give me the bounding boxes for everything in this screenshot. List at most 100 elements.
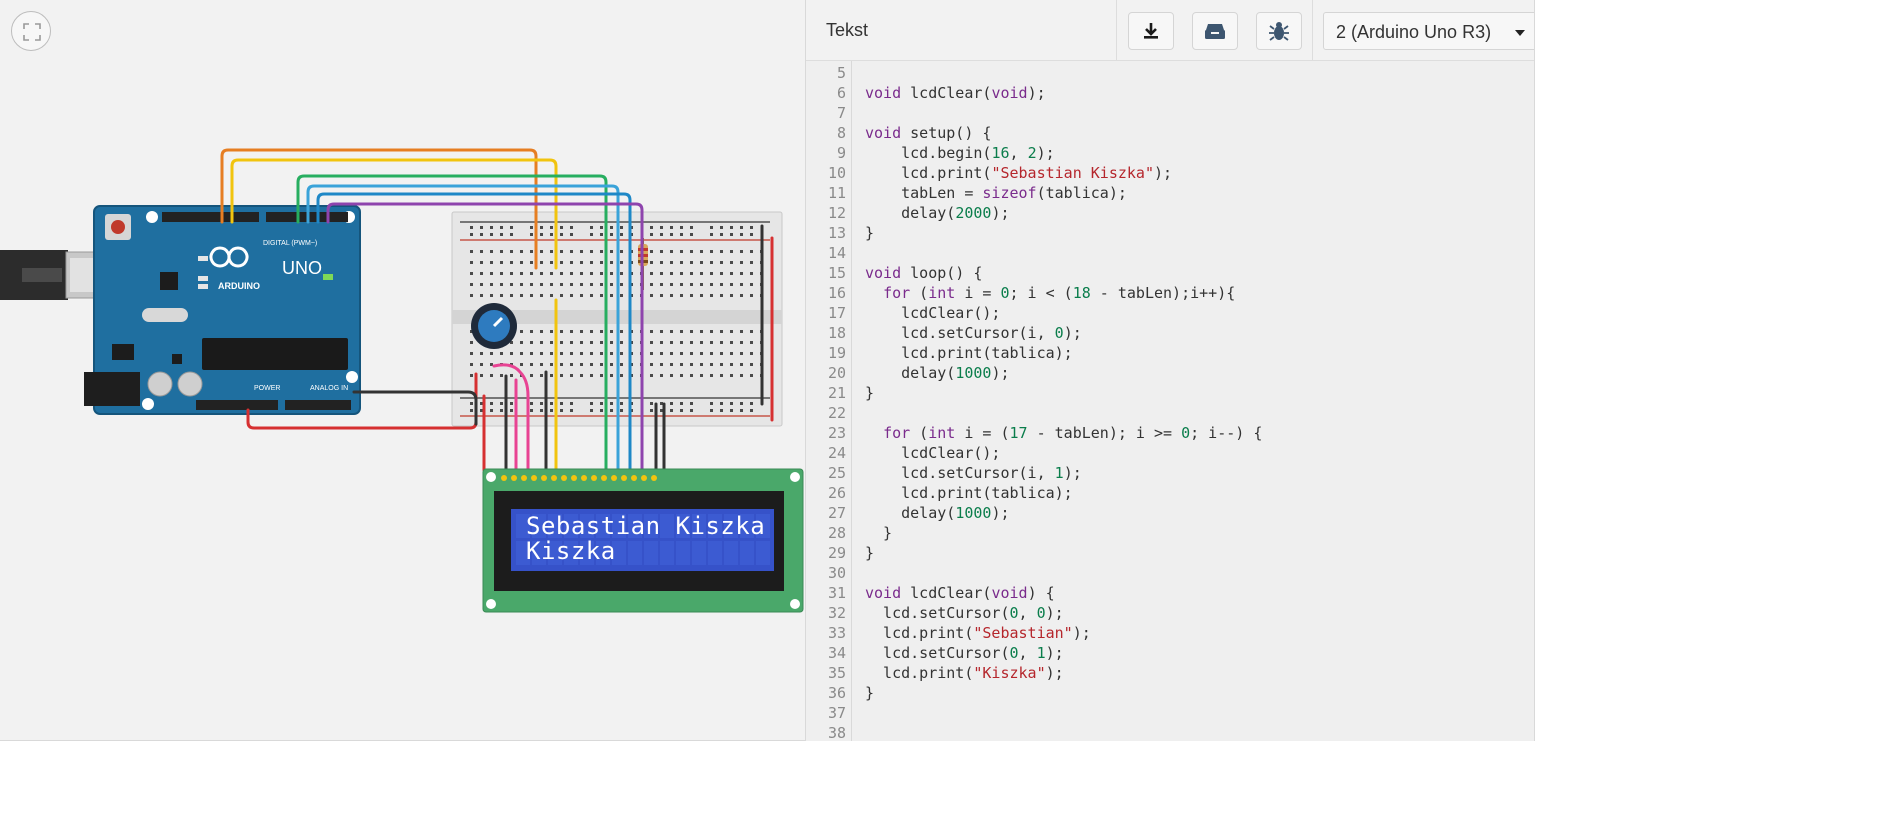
line-number: 34 — [827, 644, 846, 662]
code-token: ); — [1063, 464, 1082, 482]
code-line[interactable]: 35 lcd.print("Kiszka"); — [806, 663, 1534, 683]
code-text: void setup() { — [865, 123, 991, 143]
code-line[interactable]: 37 — [806, 703, 1534, 723]
code-token: delay( — [865, 204, 956, 222]
code-line[interactable]: 10 lcd.print("Sebastian Kiszka"); — [806, 163, 1534, 183]
code-line[interactable]: 33 lcd.print("Sebastian"); — [806, 623, 1534, 643]
line-number: 33 — [827, 624, 846, 642]
code-token: delay( — [865, 504, 956, 522]
code-line[interactable]: 34 lcd.setCursor(0, 1); — [806, 643, 1534, 663]
code-token: 0 — [1181, 424, 1191, 442]
code-panel: Tekst 2 (Arduino Uno R3) 5 6 void lcdCle… — [806, 0, 1535, 741]
code-token: ); — [991, 204, 1010, 222]
code-line[interactable]: 36} — [806, 683, 1534, 703]
code-text: for (int i = (17 - tabLen); i >= 0; i--)… — [865, 423, 1262, 443]
code-token: } — [865, 524, 893, 542]
analog-pins-label: ANALOG IN — [310, 385, 349, 392]
code-line[interactable]: 17 lcdClear(); — [806, 303, 1534, 323]
code-line[interactable]: 31 void lcdClear(void) { — [806, 583, 1534, 603]
code-token: 0 — [1000, 284, 1010, 302]
code-line[interactable]: 6 void lcdClear(void); — [806, 83, 1534, 103]
digital-pins-label: DIGITAL (PWM~) — [263, 240, 318, 247]
fullscreen-button[interactable] — [11, 11, 51, 51]
code-token: ; i--) { — [1190, 424, 1263, 442]
code-line[interactable]: 20 delay(1000); — [806, 363, 1534, 383]
line-number: 16 — [827, 284, 846, 302]
code-line[interactable]: 26 lcd.print(tablica); — [806, 483, 1534, 503]
code-line[interactable]: 7 — [806, 103, 1534, 123]
code-token: void — [865, 124, 902, 142]
code-line[interactable]: 22 — [806, 403, 1534, 423]
code-token: 17 — [1009, 424, 1028, 442]
panel-title: Tekst — [826, 20, 869, 40]
download-button[interactable] — [1128, 12, 1174, 50]
code-line[interactable]: 13} — [806, 223, 1534, 243]
code-line[interactable]: 27 delay(1000); — [806, 503, 1534, 523]
line-number: 17 — [827, 304, 846, 322]
code-token: 1000 — [955, 364, 992, 382]
debugger-button[interactable] — [1256, 12, 1302, 50]
line-number: 18 — [827, 324, 846, 342]
code-text: void loop() { — [865, 263, 982, 283]
line-number: 9 — [836, 144, 846, 162]
code-token: } — [865, 384, 875, 402]
code-token: "Sebastian" — [973, 624, 1073, 642]
code-token: i = — [955, 284, 1001, 302]
code-token: 16 — [991, 144, 1010, 162]
library-button[interactable] — [1192, 12, 1238, 50]
code-line[interactable]: 19 lcd.print(tablica); — [806, 343, 1534, 363]
code-token: lcd.setCursor(i, — [865, 464, 1055, 482]
code-text: lcd.setCursor(0, 1); — [865, 643, 1064, 663]
potentiometer[interactable] — [471, 303, 517, 349]
code-text: lcd.setCursor(i, 1); — [865, 463, 1082, 483]
code-line[interactable]: 9 lcd.begin(16, 2); — [806, 143, 1534, 163]
line-number: 32 — [827, 604, 846, 622]
circuit-diagram[interactable] — [0, 0, 806, 741]
code-line[interactable]: 28 } — [806, 523, 1534, 543]
code-line[interactable]: 18 lcd.setCursor(i, 0); — [806, 323, 1534, 343]
code-token: 0 — [1054, 324, 1064, 342]
power-pins-label: POWER — [254, 385, 281, 392]
code-editor[interactable]: 5 6 void lcdClear(void); 7 8 void setup() {9 … — [806, 63, 1534, 741]
code-text: void lcdClear(void); — [865, 83, 1046, 103]
code-text: for (int i = 0; i < (18 - tabLen);i++){ — [865, 283, 1235, 303]
code-line[interactable]: 8 void setup() { — [806, 123, 1534, 143]
line-number: 20 — [827, 364, 846, 382]
code-line[interactable]: 16 for (int i = 0; i < (18 - tabLen);i++… — [806, 283, 1534, 303]
library-icon — [1205, 24, 1225, 39]
code-line[interactable]: 29} — [806, 543, 1534, 563]
code-line[interactable]: 32 lcd.setCursor(0, 0); — [806, 603, 1534, 623]
code-token: lcdClear(); — [865, 304, 1001, 322]
code-line[interactable]: 21} — [806, 383, 1534, 403]
arduino-uno-board[interactable] — [84, 205, 361, 415]
code-text: lcd.setCursor(i, 0); — [865, 323, 1082, 343]
code-text: lcd.print(tablica); — [865, 343, 1073, 363]
line-number: 23 — [827, 424, 846, 442]
code-line[interactable]: 24 lcdClear(); — [806, 443, 1534, 463]
code-line[interactable]: 12 delay(2000); — [806, 203, 1534, 223]
device-select[interactable]: 2 (Arduino Uno R3) — [1323, 12, 1534, 50]
code-line[interactable]: 15 void loop() { — [806, 263, 1534, 283]
line-number: 19 — [827, 344, 846, 362]
code-line[interactable]: 38 — [806, 723, 1534, 741]
device-select-value: 2 (Arduino Uno R3) — [1336, 22, 1492, 42]
code-line[interactable]: 30 — [806, 563, 1534, 583]
line-number: 26 — [827, 484, 846, 502]
circuit-canvas[interactable]: Sebastian Kiszka Kiszka UNO ARDUINO DIGI… — [0, 0, 806, 741]
code-token: , — [1009, 144, 1028, 162]
code-line[interactable]: 25 lcd.setCursor(i, 1); — [806, 463, 1534, 483]
line-number: 36 — [827, 684, 846, 702]
code-token: lcd.print( — [865, 664, 974, 682]
code-token: lcd.print( — [865, 164, 992, 182]
code-line[interactable]: 5 — [806, 63, 1534, 83]
code-token: void — [865, 264, 902, 282]
code-line[interactable]: 14 — [806, 243, 1534, 263]
code-token: 2 — [1027, 144, 1037, 162]
code-line[interactable]: 23 for (int i = (17 - tabLen); i >= 0; i… — [806, 423, 1534, 443]
line-number: 10 — [827, 164, 846, 182]
code-token: setup() { — [901, 124, 992, 142]
code-line[interactable]: 11 tabLen = sizeof(tablica); — [806, 183, 1534, 203]
code-token: ( — [910, 284, 929, 302]
code-token: tabLen = — [865, 184, 983, 202]
